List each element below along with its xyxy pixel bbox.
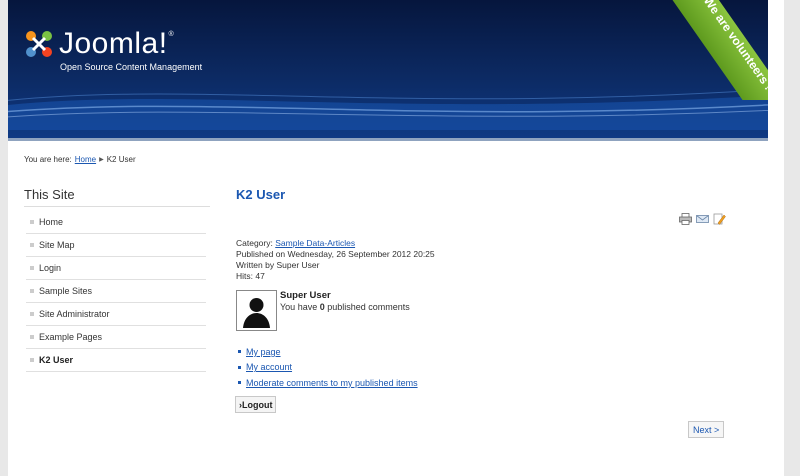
sidebar-item-label: Example Pages [39,332,103,342]
sidebar-title: This Site [24,187,75,202]
hits-count: Hits: 47 [236,271,265,281]
sidebar-item-label: Login [39,263,62,273]
category-label: Category: [236,238,273,248]
published-date: Published on Wednesday, 26 September 201… [236,249,435,259]
bullet-icon [30,289,34,293]
site-header: Joomla! ® Open Source Content Management… [8,0,768,141]
moderate-comments-link[interactable]: Moderate comments to my published items [246,378,418,388]
header-bottom-rule [8,138,768,141]
list-item: Moderate comments to my published items [238,375,418,391]
bullet-icon [238,365,241,369]
user-links: My page My account Moderate comments to … [238,344,418,391]
next-button[interactable]: Next > [688,421,725,438]
bullet-icon [30,312,34,316]
logo-registered-mark: ® [168,30,174,38]
category-link[interactable]: Sample Data-Articles [275,238,355,248]
sidebar-item-label: Sample Sites [39,286,93,296]
volunteer-ribbon-label: We are volunteers ! [668,0,768,100]
author-line: Written by Super User [236,260,320,270]
sidebar-item-label: Home [39,217,64,227]
page-title: K2 User [236,187,286,202]
edit-icon[interactable] [713,213,726,225]
category-line: Category: Sample Data-Articles [236,238,435,249]
sidebar-item-site-map[interactable]: Site Map [26,234,206,257]
bullet-icon [30,358,34,362]
comments-count: 0 [319,302,325,312]
sidebar-item-label: K2 User [39,355,74,365]
user-silhouette-icon [239,293,274,328]
bullet-icon [30,335,34,339]
print-icon[interactable] [679,213,692,225]
sidebar-item-label: Site Administrator [39,309,110,319]
sidebar-menu: Home Site Map Login Sample Sites Site Ad… [26,211,206,372]
sidebar-item-home[interactable]: Home [26,211,206,234]
breadcrumb-prefix: You are here: [24,155,72,164]
sidebar-item-label: Site Map [39,240,75,250]
joomla-logo[interactable]: Joomla! ® [22,24,174,64]
sidebar-item-site-administrator[interactable]: Site Administrator [26,303,206,326]
sidebar-item-k2-user[interactable]: K2 User [26,349,206,372]
email-icon[interactable] [696,213,709,225]
breadcrumb-arrow-icon: ▶ [99,157,104,163]
sidebar-divider [24,206,210,207]
bullet-icon [238,350,241,354]
logout-button[interactable]: ›Logout [235,396,277,413]
logo-text: Joomla! [59,27,168,60]
site-tagline: Open Source Content Management [60,62,203,72]
volunteer-ribbon[interactable]: We are volunteers ! [668,0,768,100]
header-wave-graphic [8,89,768,130]
my-account-link[interactable]: My account [246,362,292,372]
list-item: My account [238,360,418,376]
joomla-logo-icon [26,31,52,57]
avatar [236,290,277,331]
breadcrumb-current: K2 User [106,155,136,164]
user-name: Super User [280,290,331,301]
bullet-icon [30,243,34,247]
article-tools [679,213,726,225]
comments-prefix: You have [280,302,318,312]
comments-suffix: published comments [327,302,410,312]
sidebar-item-login[interactable]: Login [26,257,206,280]
breadcrumb-home-link[interactable]: Home [75,155,96,164]
breadcrumb: You are here: Home ▶ K2 User [24,155,136,164]
sidebar-item-sample-sites[interactable]: Sample Sites [26,280,206,303]
bullet-icon [30,220,34,224]
bullet-icon [238,381,241,385]
my-page-link[interactable]: My page [246,347,281,357]
list-item: My page [238,344,418,360]
sidebar-item-example-pages[interactable]: Example Pages [26,326,206,349]
bullet-icon [30,266,34,270]
article-meta: Category: Sample Data-Articles Published… [236,238,435,282]
user-comments-summary: You have 0 published comments [280,302,410,312]
